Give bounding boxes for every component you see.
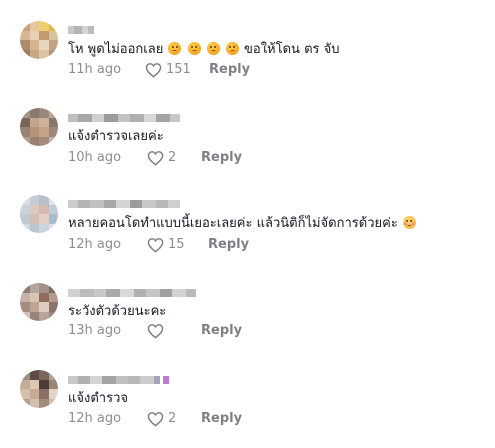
smiling-face-icon — [402, 216, 416, 229]
comment-text: แจ้งตำรวจเลยค่ะ — [68, 129, 164, 144]
sad-face-icon — [206, 42, 220, 55]
timestamp: 13h ago — [68, 323, 122, 338]
comment-item: ระวังตัวด้วยนะคะ 13h ago Reply — [0, 281, 495, 361]
reply-button[interactable]: Reply — [201, 410, 242, 428]
like-count: 15 — [168, 237, 185, 252]
sad-face-icon — [168, 42, 182, 55]
timestamp: 11h ago — [68, 62, 122, 77]
comment-text: โห พูดไม่ออกเลย ขอให้โดน ตร จับ — [68, 41, 340, 59]
like-count: 151 — [166, 62, 191, 77]
timestamp: 10h ago — [68, 150, 122, 165]
heart-icon — [147, 412, 164, 427]
reply-button[interactable]: Reply — [209, 61, 250, 79]
timestamp: 12h ago — [68, 237, 122, 252]
heart-icon — [147, 151, 164, 166]
comment-item: แจ้งตำรวจเลยค่ะ 10h ago 2 Reply — [0, 106, 495, 186]
reply-button[interactable]: Reply — [208, 236, 249, 254]
comment-text-part: หลายคอนโดทำแบบนี้เยอะเลยค่ะ แล้วนิติก็ไม… — [68, 216, 402, 231]
like-button[interactable]: 15 — [147, 236, 185, 254]
like-count: 2 — [168, 411, 177, 426]
comment-text-part: โห พูดไม่ออกเลย — [68, 42, 168, 57]
heart-icon — [145, 63, 162, 78]
like-button[interactable]: 2 — [147, 410, 176, 428]
heart-icon — [147, 238, 164, 253]
comment-item: แจ้งตำรวจ 12h ago 2 Reply — [0, 368, 495, 448]
comment-text: หลายคอนโดทำแบบนี้เยอะเลยค่ะ แล้วนิติก็ไม… — [68, 215, 417, 233]
timestamp: 12h ago — [68, 411, 122, 426]
avatar[interactable] — [20, 283, 58, 321]
avatar[interactable] — [20, 195, 58, 233]
sad-face-icon — [187, 42, 201, 55]
comment-text-part: ขอให้โดน ตร จับ — [239, 42, 340, 57]
avatar[interactable] — [20, 21, 58, 59]
comment-item: หลายคอนโดทำแบบนี้เยอะเลยค่ะ แล้วนิติก็ไม… — [0, 193, 495, 273]
avatar[interactable] — [20, 108, 58, 146]
like-count: 2 — [168, 150, 177, 165]
like-button[interactable]: 2 — [147, 149, 176, 167]
comment-item: โห พูดไม่ออกเลย ขอให้โดน ตร จับ 11h ago … — [0, 19, 495, 99]
heart-icon — [147, 324, 164, 339]
avatar[interactable] — [20, 370, 58, 408]
reply-button[interactable]: Reply — [201, 322, 242, 340]
sad-face-icon — [225, 42, 239, 55]
reply-button[interactable]: Reply — [201, 149, 242, 167]
like-button[interactable]: 151 — [145, 61, 191, 79]
like-button[interactable] — [147, 322, 168, 340]
comment-text: แจ้งตำรวจ — [68, 391, 128, 406]
comment-text: ระวังตัวด้วยนะคะ — [68, 304, 167, 319]
